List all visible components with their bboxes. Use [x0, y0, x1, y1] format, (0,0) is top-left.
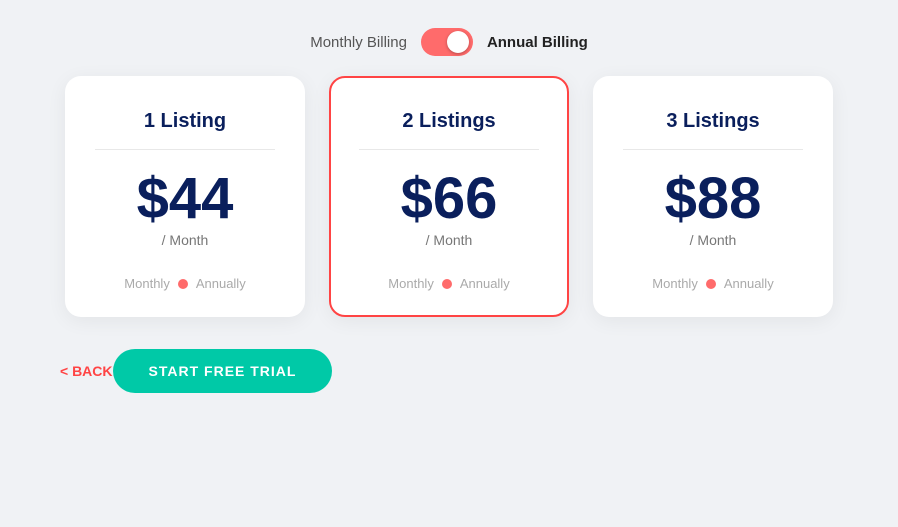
billing-toggle[interactable]	[421, 28, 473, 56]
card-1-dot	[178, 279, 188, 289]
card-2-annually-label: Annually	[460, 276, 510, 291]
back-button[interactable]: < BACK	[60, 363, 113, 379]
bottom-bar: < BACK START FREE TRIAL	[0, 327, 898, 393]
card-2-monthly-label: Monthly	[388, 276, 434, 291]
card-1-annually-label: Annually	[196, 276, 246, 291]
card-3-period: / Month	[690, 232, 737, 248]
card-3-monthly-label: Monthly	[652, 276, 698, 291]
card-2-price-row: $66 / Month	[401, 170, 498, 248]
card-2-period: / Month	[426, 232, 473, 248]
card-3-price-row: $88 / Month	[665, 170, 762, 248]
annual-billing-label: Annual Billing	[487, 34, 588, 51]
pricing-card-1[interactable]: 1 Listing $44 / Month Monthly Annually	[65, 76, 305, 317]
pricing-card-2[interactable]: 2 Listings $66 / Month Monthly Annually	[329, 76, 569, 317]
start-trial-button[interactable]: START FREE TRIAL	[113, 349, 333, 393]
toggle-track	[421, 28, 473, 56]
pricing-card-3[interactable]: 3 Listings $88 / Month Monthly Annually	[593, 76, 833, 317]
card-2-billing-row: Monthly Annually	[388, 276, 509, 291]
monthly-billing-label: Monthly Billing	[310, 34, 407, 51]
billing-toggle-bar: Monthly Billing Annual Billing	[0, 0, 898, 76]
card-3-billing-row: Monthly Annually	[652, 276, 773, 291]
toggle-thumb	[447, 31, 469, 53]
card-1-price: $44	[137, 170, 234, 228]
card-3-annually-label: Annually	[724, 276, 774, 291]
card-2-dot	[442, 279, 452, 289]
card-1-price-row: $44 / Month	[137, 170, 234, 248]
card-2-divider	[359, 149, 539, 150]
card-1-period: / Month	[162, 232, 209, 248]
card-1-monthly-label: Monthly	[124, 276, 170, 291]
card-1-billing-row: Monthly Annually	[124, 276, 245, 291]
pricing-cards: 1 Listing $44 / Month Monthly Annually 2…	[0, 76, 898, 317]
card-3-title: 3 Listings	[666, 110, 759, 133]
card-1-divider	[95, 149, 275, 150]
card-1-title: 1 Listing	[144, 110, 226, 133]
card-3-dot	[706, 279, 716, 289]
card-3-price: $88	[665, 170, 762, 228]
card-3-divider	[623, 149, 803, 150]
card-2-price: $66	[401, 170, 498, 228]
card-2-title: 2 Listings	[402, 110, 495, 133]
